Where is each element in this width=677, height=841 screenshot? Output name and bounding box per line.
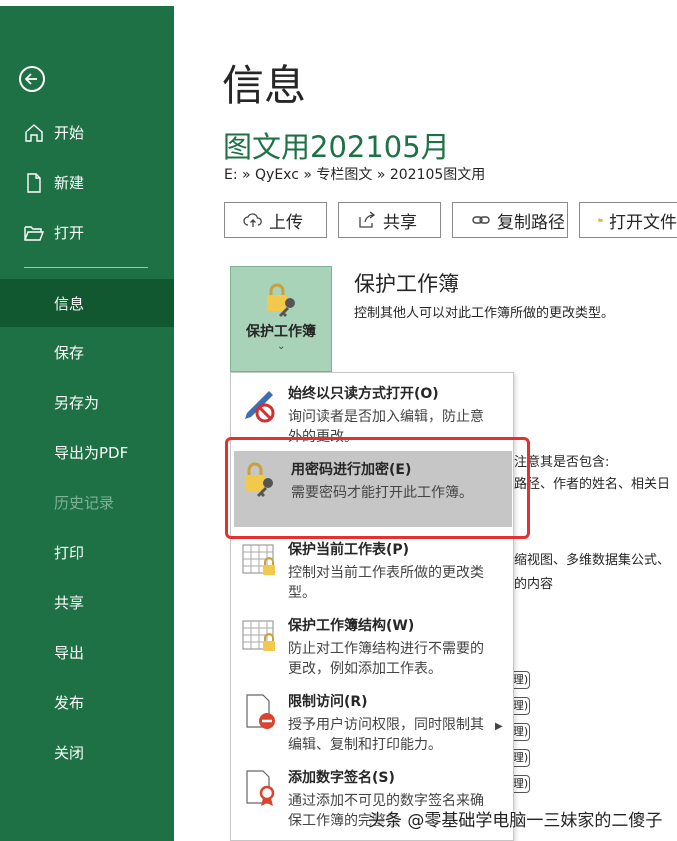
sheet-lock-icon [242, 544, 275, 575]
cloud-upload-icon [243, 213, 262, 227]
nav-home-label: 开始 [54, 123, 85, 142]
upload-label: 上传 [269, 212, 303, 233]
link-icon [472, 216, 490, 224]
manage-mini-button[interactable]: 理) [512, 775, 530, 793]
menu-item-protect-sheet[interactable]: 保护当前工作表(P) 控制对当前工作表所做的更改类型。 [231, 531, 513, 607]
breadcrumb: E: » QyExc » 专栏图文 » 202105图文用 [224, 167, 486, 183]
manage-mini-button[interactable]: 理) [512, 697, 530, 715]
nav-new[interactable]: 新建 [0, 159, 174, 205]
nav-print-label: 打印 [54, 543, 85, 562]
new-document-icon [27, 173, 41, 193]
nav-save-as-label: 另存为 [54, 393, 100, 412]
nav-export-label: 导出 [54, 643, 85, 662]
nav-history-label: 历史记录 [54, 493, 115, 512]
copy-path-button[interactable]: 复制路径 [452, 202, 568, 238]
menu-item-restrict-access[interactable]: 限制访问(R) 授予用户访问权限，同时限制其编辑、复制和打印能力。 ▶ [231, 683, 513, 759]
nav-share[interactable]: 共享 [0, 579, 174, 625]
manage-mini-button[interactable]: 理) [512, 723, 530, 741]
nav-info-label: 信息 [54, 294, 85, 313]
menu-item-title: 始终以只读方式打开(O) [288, 386, 439, 402]
menu-item-title: 保护当前工作表(P) [288, 542, 410, 558]
share-label: 共享 [383, 212, 417, 233]
folder-open-icon [24, 226, 45, 241]
page-title: 信息 [222, 61, 307, 110]
open-folder-label: 打开文件 [609, 212, 677, 233]
open-folder-button[interactable]: 打开文件 [579, 202, 677, 238]
upload-button[interactable]: 上传 [224, 202, 327, 238]
document-title: 图文用202105月 [223, 130, 450, 164]
backstage-sidebar: 开始 新建 打开 信息 保存 另存为 导出为PDF 历史记录 打印 共享 导出 … [0, 0, 174, 841]
inspect-text-2: 路径、作者的姓名、相关日 [514, 477, 671, 492]
watermark: 头条 @零基础学电脑一三妹家的二傻子 [368, 811, 663, 831]
nav-close[interactable]: 关闭 [0, 729, 174, 775]
menu-item-protect-structure[interactable]: 保护工作簿结构(W) 防止对工作簿结构进行不需要的更改，例如添加工作表。 [231, 607, 513, 683]
menu-item-desc: 防止对工作簿结构进行不需要的更改，例如添加工作表。 [288, 641, 484, 677]
protect-tile-label: 保护工作簿 [246, 324, 316, 340]
nav-new-label: 新建 [54, 173, 85, 192]
manage-mini-button[interactable]: 理) [512, 749, 530, 767]
menu-item-desc: 授予用户访问权限，同时限制其编辑、复制和打印能力。 [288, 717, 484, 753]
nav-open[interactable]: 打开 [0, 209, 174, 255]
nav-history: 历史记录 [0, 479, 174, 525]
protect-section-title: 保护工作簿 [354, 272, 459, 296]
chevron-down-icon: ⌄ [277, 341, 286, 352]
back-arrow-icon[interactable] [19, 66, 45, 92]
inspect-text-4: 的内容 [514, 577, 554, 592]
nav-home[interactable]: 开始 [0, 109, 174, 155]
nav-print[interactable]: 打印 [0, 529, 174, 575]
annotation-highlight-box [225, 437, 530, 539]
menu-item-title: 添加数字签名(S) [288, 770, 395, 786]
nav-export-pdf-label: 导出为PDF [54, 443, 129, 462]
nav-publish[interactable]: 发布 [0, 679, 174, 725]
menu-item-title: 保护工作簿结构(W) [288, 618, 415, 634]
nav-publish-label: 发布 [54, 693, 85, 712]
workbook-structure-lock-icon [242, 620, 275, 651]
nav-close-label: 关闭 [54, 743, 85, 762]
document-restrict-icon [246, 694, 275, 729]
nav-info[interactable]: 信息 [0, 279, 174, 327]
nav-export-pdf[interactable]: 导出为PDF [0, 429, 174, 475]
nav-open-label: 打开 [54, 223, 85, 242]
share-icon [359, 211, 376, 228]
folder-icon [598, 218, 603, 222]
nav-share-label: 共享 [54, 593, 85, 612]
share-button[interactable]: 共享 [338, 202, 441, 238]
home-icon [25, 124, 43, 142]
protect-section-desc: 控制其他人可以对此工作簿所做的更改类型。 [354, 306, 615, 321]
nav-save-label: 保存 [54, 343, 85, 362]
inspect-text-3: 缩视图、多维数据集公式、 [514, 553, 671, 568]
submenu-arrow-icon: ▶ [495, 721, 503, 732]
signature-ribbon-icon [246, 770, 275, 806]
nav-save[interactable]: 保存 [0, 329, 174, 375]
protect-workbook-tile[interactable]: 保护工作簿 ⌄ [230, 266, 332, 372]
pencil-no-icon [245, 391, 275, 423]
sidebar-divider [24, 267, 148, 268]
menu-item-title: 限制访问(R) [288, 694, 368, 710]
copy-path-label: 复制路径 [497, 212, 565, 233]
window-top-edge [0, 0, 174, 6]
nav-save-as[interactable]: 另存为 [0, 379, 174, 425]
manage-mini-button[interactable]: 理) [512, 671, 530, 689]
menu-item-desc: 控制对当前工作表所做的更改类型。 [288, 565, 484, 601]
nav-export[interactable]: 导出 [0, 629, 174, 675]
lock-key-icon [267, 283, 295, 317]
